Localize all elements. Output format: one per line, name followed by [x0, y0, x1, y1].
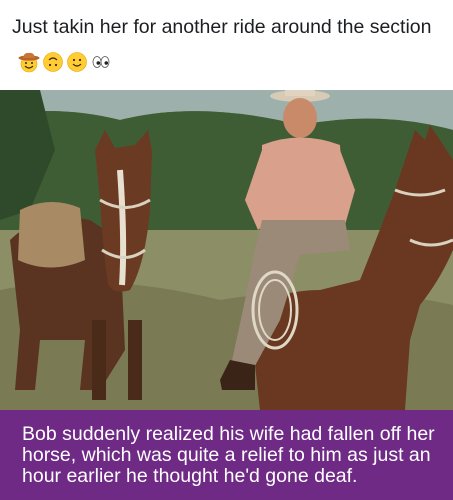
slightly-smiling-face-icon: [67, 52, 87, 72]
banner-joke-text: Bob suddenly realized his wife had falle…: [22, 423, 435, 487]
upside-down-face-icon: [43, 52, 63, 72]
caption-banner: Bob suddenly realized his wife had falle…: [0, 410, 453, 500]
social-post: Just takin her for another ride around t…: [0, 0, 453, 500]
post-caption-text: Just takin her for another ride around t…: [12, 16, 432, 38]
cowboy-emoji-icon: [18, 52, 40, 73]
cowboy-riding-horse-illustration: [0, 90, 453, 410]
eyes-icon: [92, 55, 110, 68]
meme-photo: [0, 90, 453, 410]
post-caption: Just takin her for another ride around t…: [12, 10, 442, 78]
caption-emoji-row: [18, 51, 112, 73]
